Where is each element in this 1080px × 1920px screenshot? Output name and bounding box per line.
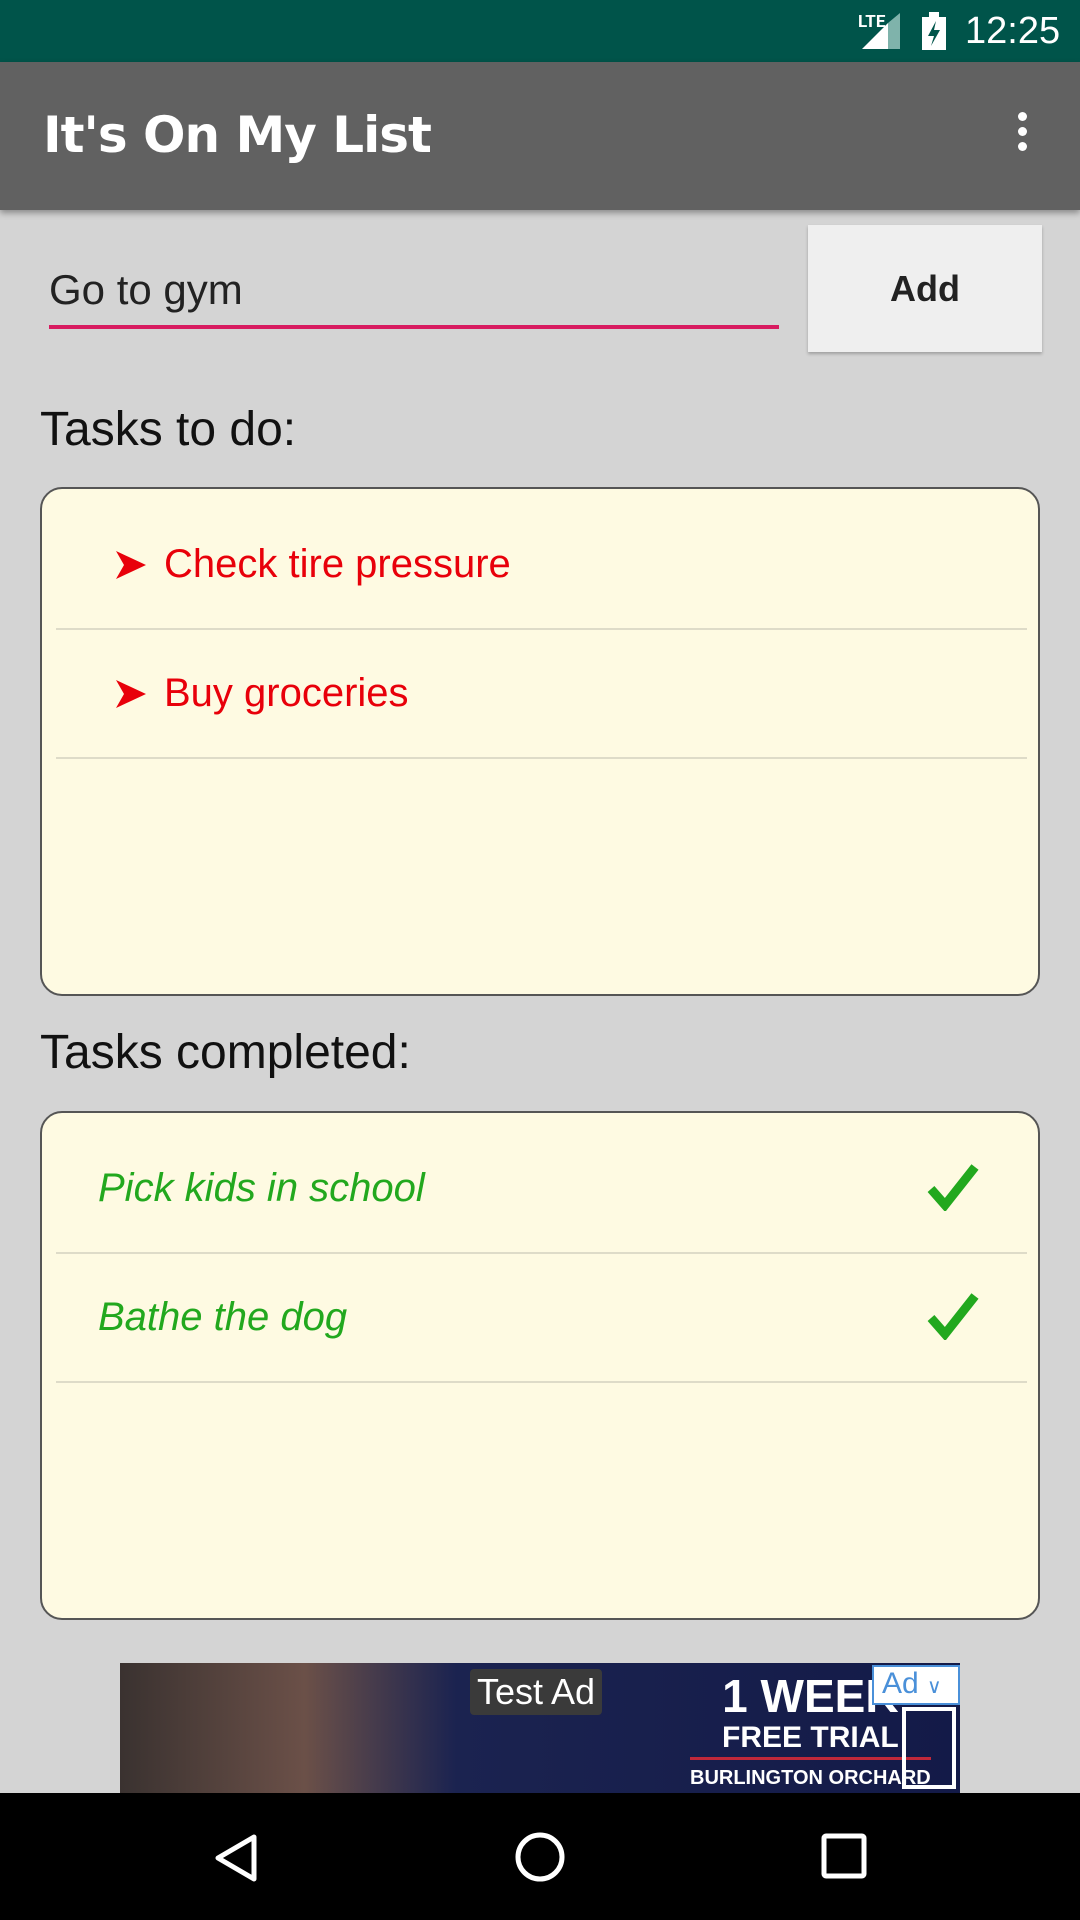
- ad-logo: [902, 1707, 956, 1789]
- battery-charging-icon: [922, 12, 946, 50]
- ad-subline: FREE TRIAL: [690, 1723, 931, 1760]
- home-icon[interactable]: [514, 1831, 566, 1883]
- task-label: Bathe the dog: [98, 1295, 348, 1339]
- ad-choices-badge[interactable]: Ad ∨: [872, 1665, 960, 1705]
- list-item[interactable]: Bathe the dog: [56, 1254, 1027, 1383]
- todo-heading: Tasks to do:: [40, 403, 297, 456]
- arrow-right-icon: [116, 550, 146, 579]
- task-label: Check tire pressure: [164, 542, 511, 586]
- app-bar: It's On My List: [0, 62, 1080, 210]
- navigation-bar: [0, 1793, 1080, 1920]
- completed-list: Pick kids in school Bathe the dog: [40, 1111, 1040, 1620]
- ad-badge-label: Ad: [882, 1667, 919, 1700]
- status-bar: LTE 12:25: [0, 0, 1080, 62]
- task-label: Pick kids in school: [98, 1166, 425, 1210]
- chevron-down-icon: ∨: [927, 1676, 942, 1698]
- completed-heading: Tasks completed:: [40, 1026, 411, 1079]
- list-item[interactable]: Buy groceries: [56, 630, 1027, 759]
- lte-signal-icon: [862, 13, 900, 49]
- ad-label: Test Ad: [470, 1669, 603, 1715]
- arrow-right-icon: [116, 679, 146, 708]
- ad-banner[interactable]: Test Ad 1 WEEK FREE TRIAL BURLINGTON ORC…: [120, 1663, 960, 1793]
- back-icon[interactable]: [212, 1833, 260, 1883]
- task-label: Buy groceries: [164, 671, 409, 715]
- recents-icon[interactable]: [821, 1833, 867, 1879]
- clock: 12:25: [965, 10, 1061, 52]
- check-icon: [927, 1293, 979, 1340]
- ad-location: BURLINGTON ORCHARD: [690, 1767, 931, 1789]
- task-input[interactable]: [49, 255, 779, 329]
- add-button[interactable]: Add: [808, 225, 1042, 352]
- list-item[interactable]: Pick kids in school: [56, 1125, 1027, 1254]
- todo-list: Check tire pressure Buy groceries: [40, 487, 1040, 996]
- more-vert-icon[interactable]: [1010, 112, 1034, 160]
- check-icon: [927, 1164, 979, 1211]
- app-title: It's On My List: [43, 106, 432, 164]
- list-item[interactable]: Check tire pressure: [56, 501, 1027, 630]
